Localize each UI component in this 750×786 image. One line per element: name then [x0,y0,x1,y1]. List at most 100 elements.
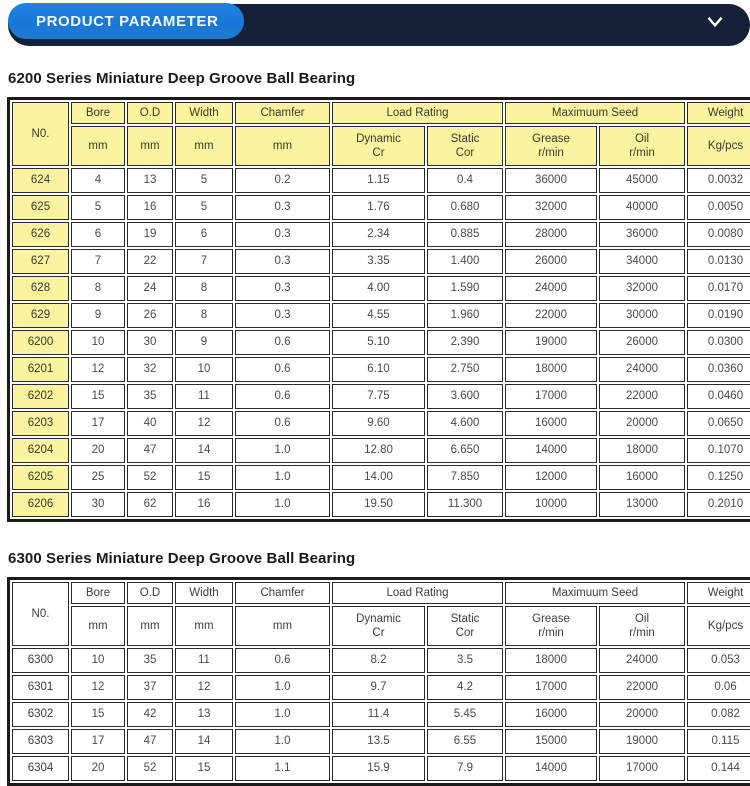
table-row: 628 8 24 8 0.3 4.00 1.590 24000 32000 0.0170 [12,276,750,301]
cell-bearing-no: 6200 [12,330,69,355]
table-cell: 52 [127,756,173,781]
table-row: 624 4 13 5 0.2 1.15 0.4 36000 45000 0.0032 [12,168,750,193]
table-cell: 14 [175,438,233,463]
table-cell: 19.50 [332,492,425,517]
dynamic-line2: Cr [372,627,385,639]
table-cell: 26000 [505,249,597,274]
header-unit-static-cor: Static Cor [427,126,503,166]
table-cell: 0.4 [427,168,503,193]
header-cell-bore: Bore [71,102,125,124]
table-cell: 13.5 [332,729,425,754]
table-cell: 1.1 [235,756,330,781]
spec-table-6200: N0. Bore O.D Width Chamfer Load Rating M… [7,97,750,522]
table-cell: 20000 [599,702,686,727]
table-cell: 19000 [505,330,597,355]
table-cell: 8.2 [332,648,425,673]
table-cell: 12000 [505,465,597,490]
table-row: 627 7 22 7 0.3 3.35 1.400 26000 34000 0.0130 [12,249,750,274]
table-cell: 0.680 [427,195,503,220]
table-cell: 17000 [599,756,686,781]
cell-bearing-no: 6300 [12,648,69,673]
header-unit-grease: Grease r/min [505,126,597,166]
table-cell: 28000 [505,222,597,247]
table-cell: 0.0050 [687,195,750,220]
dynamic-line1: Dynamic [356,132,401,145]
header-cell-weight: Weight [687,582,750,604]
header-unit-weight: Kg/pcs [687,126,750,166]
header-unit-static-cor: Static Cor [427,606,503,646]
table-cell: 0.0360 [687,357,750,382]
cell-bearing-no: 6204 [12,438,69,463]
table-cell: 11.4 [332,702,425,727]
table-cell: 0.0650 [687,411,750,436]
table-row: 6200 10 30 9 0.6 5.10 2.390 19000 26000 0.0300 [12,330,750,355]
table-cell: 0.082 [687,702,750,727]
table-cell: 5 [175,195,233,220]
table-cell: 0.3 [235,276,330,301]
table-cell: 5 [175,168,233,193]
table-cell: 0.6 [235,384,330,409]
table-cell: 32000 [505,195,597,220]
table-cell: 3.600 [427,384,503,409]
chevron-down-icon[interactable] [706,13,724,31]
table-title-6200: 6200 Series Miniature Deep Groove Ball B… [8,70,356,87]
table-cell: 42 [127,702,173,727]
table-cell: 16 [175,492,233,517]
header-unit-od: mm [127,126,173,166]
table-cell: 17000 [505,384,597,409]
table-cell: 2.390 [427,330,503,355]
table-cell: 0.053 [687,648,750,673]
table-cell: 1.76 [332,195,425,220]
table-cell: 0.885 [427,222,503,247]
table-cell: 0.0170 [687,276,750,301]
table-row: 6206 30 62 16 1.0 19.50 11.300 10000 13000 0.2010 [12,492,750,517]
table-row: 625 5 16 5 0.3 1.76 0.680 32000 40000 0.0050 [12,195,750,220]
table-cell: 13000 [599,492,686,517]
table-cell: 18000 [505,357,597,382]
grease-line2: r/min [538,627,564,639]
product-parameter-banner[interactable]: PRODUCT PARAMETER [0,0,750,48]
table-cell: 22 [127,249,173,274]
table-cell: 37 [127,675,173,700]
static-line1: Static [450,132,480,145]
table-cell: 16000 [505,411,597,436]
header-unit-bore: mm [71,126,125,166]
table-cell: 0.6 [235,357,330,382]
table-cell: 7.75 [332,384,425,409]
table-cell: 0.6 [235,411,330,436]
header-unit-dynamic-cr: Dynamic Cr [332,606,425,646]
table-cell: 17 [71,729,125,754]
table-cell: 10 [71,648,125,673]
table-cell: 16000 [599,465,686,490]
header-cell-maximum-speed: Maximuum Seed [505,102,686,124]
table-cell: 15 [175,756,233,781]
table-cell: 12 [175,411,233,436]
table-cell: 0.0130 [687,249,750,274]
table-cell: 10 [71,330,125,355]
table-title-6300: 6300 Series Miniature Deep Groove Ball B… [8,550,356,567]
table-cell: 14000 [505,438,597,463]
table-cell: 24000 [599,357,686,382]
grease-line2: r/min [538,147,564,159]
table-cell: 20 [71,438,125,463]
oil-line2: r/min [629,147,655,159]
table-cell: 0.6 [235,330,330,355]
table-cell: 52 [127,465,173,490]
table-cell: 40000 [599,195,686,220]
table-header-row-top: N0. Bore O.D Width Chamfer Load Rating M… [12,102,750,166]
table-cell: 0.06 [687,675,750,700]
cell-bearing-no: 6304 [12,756,69,781]
product-parameter-tab[interactable]: PRODUCT PARAMETER [8,3,245,39]
table-cell: 14.00 [332,465,425,490]
table-cell: 8 [175,276,233,301]
table-cell: 9.7 [332,675,425,700]
table-row: 6203 17 40 12 0.6 9.60 4.600 16000 20000 0.0650 [12,411,750,436]
header-unit-oil: Oil r/min [599,606,686,646]
header-unit-grease: Grease r/min [505,606,597,646]
header-unit-chamfer: mm [235,606,330,646]
table-cell: 0.2010 [687,492,750,517]
product-parameter-label: PRODUCT PARAMETER [36,12,219,30]
table-cell: 0.0080 [687,222,750,247]
table-cell: 5 [71,195,125,220]
table-cell: 2.34 [332,222,425,247]
